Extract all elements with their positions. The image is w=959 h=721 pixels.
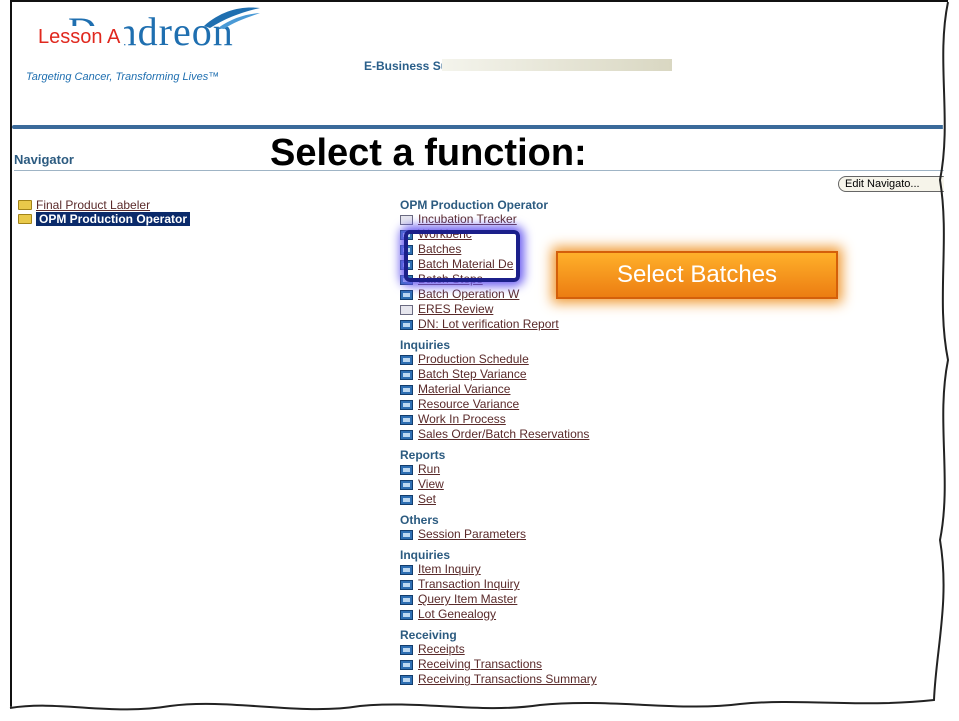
section-others: Others Session Parameters	[400, 513, 948, 542]
function-item[interactable]: Query Item Master	[400, 592, 948, 607]
form-icon	[400, 644, 413, 655]
form-icon	[400, 369, 413, 380]
form-icon	[400, 479, 413, 490]
function-link[interactable]: Production Schedule	[418, 352, 529, 367]
function-link[interactable]: Receipts	[418, 642, 465, 657]
header-divider	[12, 125, 948, 129]
function-item[interactable]: View	[400, 477, 948, 492]
folder-icon	[18, 214, 32, 224]
function-item[interactable]: Set	[400, 492, 948, 507]
form-icon	[400, 494, 413, 505]
function-link[interactable]: Resource Variance	[418, 397, 519, 412]
function-item[interactable]: ERES Review	[400, 302, 948, 317]
function-link[interactable]: Query Item Master	[418, 592, 517, 607]
function-item[interactable]: Receiving Transactions Summary	[400, 672, 948, 687]
function-link[interactable]: DN: Lot verification Report	[418, 317, 559, 332]
function-item[interactable]: Run	[400, 462, 948, 477]
function-link[interactable]: Incubation Tracker	[418, 212, 517, 227]
section-heading: Reports	[400, 448, 446, 462]
responsibility-item[interactable]: Final Product Labeler	[18, 198, 190, 212]
form-icon	[400, 289, 413, 300]
form-icon	[400, 594, 413, 605]
edit-navigator-button[interactable]: Edit Navigato...	[838, 176, 948, 192]
form-icon	[400, 659, 413, 670]
section-receiving: Receiving Receipts Receiving Transaction…	[400, 628, 948, 687]
function-item[interactable]: Production Schedule	[400, 352, 948, 367]
function-link[interactable]: Session Parameters	[418, 527, 526, 542]
function-link[interactable]: Run	[418, 462, 440, 477]
section-heading: OPM Production Operator	[400, 198, 549, 212]
responsibility-link[interactable]: OPM Production Operator	[36, 212, 191, 226]
instruction-title: Select a function:	[270, 132, 587, 174]
form-icon	[400, 319, 413, 330]
page-icon	[400, 304, 413, 315]
logo-swoosh-icon	[204, 7, 260, 29]
function-link[interactable]: Receiving Transactions	[418, 657, 542, 672]
function-link[interactable]: Transaction Inquiry	[418, 577, 520, 592]
function-link[interactable]: Work In Process	[418, 412, 506, 427]
form-icon	[400, 609, 413, 620]
function-item[interactable]: Material Variance	[400, 382, 948, 397]
form-icon	[400, 384, 413, 395]
function-item[interactable]: Item Inquiry	[400, 562, 948, 577]
function-link[interactable]: Material Variance	[418, 382, 510, 397]
section-heading: Others	[400, 513, 439, 527]
batches-highlight	[404, 230, 520, 282]
form-icon	[400, 414, 413, 425]
function-item[interactable]: Session Parameters	[400, 527, 948, 542]
function-item[interactable]: Resource Variance	[400, 397, 948, 412]
page-icon	[400, 214, 413, 225]
section-reports: Reports Run View Set	[400, 448, 948, 507]
brand-tagline: Targeting Cancer, Transforming Lives™	[26, 71, 220, 83]
responsibility-list: Final Product Labeler OPM Production Ope…	[18, 198, 191, 226]
function-link[interactable]: Receiving Transactions Summary	[418, 672, 597, 687]
function-item[interactable]: Receipts	[400, 642, 948, 657]
app-window: Dendreon Targeting Cancer, Transforming …	[10, 0, 948, 710]
function-item[interactable]: Work In Process	[400, 412, 948, 427]
function-item[interactable]: Transaction Inquiry	[400, 577, 948, 592]
form-icon	[400, 429, 413, 440]
suite-banner	[442, 59, 672, 71]
function-item[interactable]: Incubation Tracker	[400, 212, 948, 227]
select-batches-callout: Select Batches	[556, 251, 838, 299]
function-link[interactable]: Set	[418, 492, 436, 507]
function-link[interactable]: Batch Operation W	[418, 287, 519, 302]
responsibility-item-selected[interactable]: OPM Production Operator	[18, 212, 191, 226]
section-inquiries: Inquiries Production Schedule Batch Step…	[400, 338, 948, 442]
folder-icon	[18, 200, 32, 210]
responsibility-link[interactable]: Final Product Labeler	[36, 198, 150, 212]
function-item[interactable]: Sales Order/Batch Reservations	[400, 427, 948, 442]
section-inquiries-2: Inquiries Item Inquiry Transaction Inqui…	[400, 548, 948, 622]
function-link[interactable]: ERES Review	[418, 302, 493, 317]
navigator-title: Navigator	[14, 152, 74, 167]
lesson-label: Lesson A	[34, 26, 125, 48]
form-icon	[400, 674, 413, 685]
form-icon	[400, 529, 413, 540]
function-link[interactable]: Item Inquiry	[418, 562, 481, 577]
form-icon	[400, 564, 413, 575]
form-icon	[400, 579, 413, 590]
function-link[interactable]: View	[418, 477, 444, 492]
form-icon	[400, 354, 413, 365]
function-link[interactable]: Sales Order/Batch Reservations	[418, 427, 589, 442]
function-link[interactable]: Batch Step Variance	[418, 367, 527, 382]
section-heading: Inquiries	[400, 338, 451, 352]
function-item[interactable]: DN: Lot verification Report	[400, 317, 948, 332]
section-heading: Inquiries	[400, 548, 451, 562]
function-item[interactable]: Batch Step Variance	[400, 367, 948, 382]
function-item[interactable]: Lot Genealogy	[400, 607, 948, 622]
function-item[interactable]: Receiving Transactions	[400, 657, 948, 672]
form-icon	[400, 464, 413, 475]
section-heading: Receiving	[400, 628, 457, 642]
form-icon	[400, 399, 413, 410]
function-link[interactable]: Lot Genealogy	[418, 607, 496, 622]
